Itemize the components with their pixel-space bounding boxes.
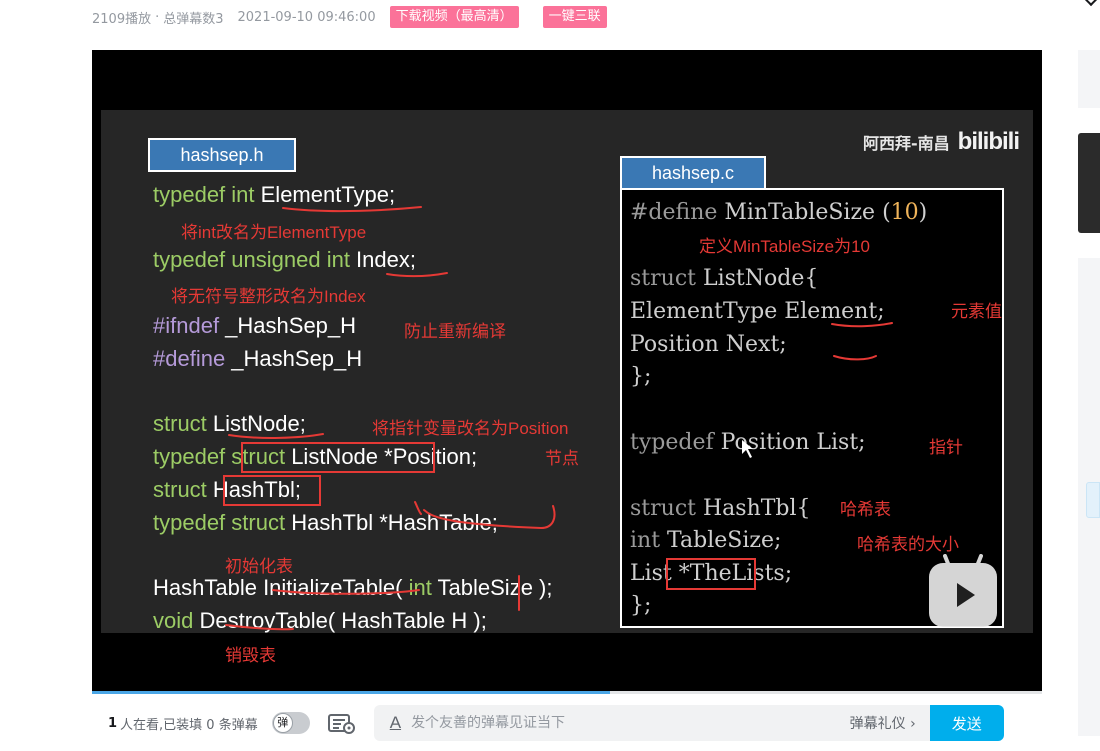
code-line: #define _HashSep_H [153, 346, 363, 371]
annotation: 元素值 [951, 302, 1002, 321]
watermark-author: 阿西拜-南昌 [863, 134, 950, 153]
progress-bar[interactable] [92, 691, 1042, 694]
header-file-label: hashsep.h [148, 138, 296, 172]
code-line: HashTable InitializeTable( int TableSize… [153, 575, 553, 600]
annotation: 哈希表的大小 [857, 535, 959, 554]
meta-separator: · [155, 9, 160, 25]
code-line: typedef unsigned int Index; [153, 247, 416, 272]
annotation: 将指针变量改名为Position [372, 419, 569, 438]
progress-fill [92, 691, 610, 694]
recommend-thumbnail-edge[interactable] [1078, 133, 1100, 233]
viewer-count: 1 [108, 715, 118, 731]
code-line: void DestroyTable( HashTable H ); [153, 608, 487, 633]
code-line: struct ListNode; [153, 411, 306, 436]
publish-datetime: 2021-09-10 09:46:00 [237, 9, 376, 25]
play-button[interactable] [929, 554, 997, 627]
play-icon [956, 583, 975, 607]
video-meta: 2109播放 · 总弹幕数3 2021-09-10 09:46:00 下载视频（… [92, 6, 607, 28]
annotation: 节点 [545, 449, 579, 468]
annotation: 将int改名为ElementType [181, 223, 367, 242]
watermark: 阿西拜-南昌 bilibili [863, 128, 1020, 156]
play-count: 2109播放 [92, 11, 152, 27]
chevron-icon [1083, 0, 1099, 7]
bilibili-logo-icon: bilibili [957, 128, 1020, 155]
danmaku-etiquette-link[interactable]: 弹幕礼仪 › [850, 713, 916, 733]
danmaku-settings-icon[interactable] [327, 712, 356, 734]
code-line: #ifndef _HashSep_H [153, 313, 357, 338]
code-line: typedef struct HashTbl *HashTable; [153, 510, 498, 535]
font-style-icon[interactable]: A [390, 713, 401, 733]
danmaku-input-wrapper: A 弹幕礼仪 › [373, 705, 930, 741]
annotation: 定义MinTableSize为10 [699, 237, 871, 256]
annotation: 初始化表 [225, 557, 293, 576]
send-button[interactable]: 发送 [929, 705, 1004, 741]
side-float-tab[interactable] [1086, 482, 1100, 518]
annotation: 防止重新编译 [404, 322, 506, 341]
danmaku-toggle[interactable]: 弹 [271, 712, 310, 734]
triple-action-button[interactable]: 一键三联 [542, 6, 607, 28]
tv-ears-icon [943, 554, 983, 566]
highlight-box [241, 442, 435, 473]
danmaku-bar: 1 人在看,已装填 0 条弹幕 弹 A 弹幕礼仪 › 发送 [92, 698, 1042, 748]
code-line: typedef int ElementType; [153, 182, 396, 207]
video-frame: 阿西拜-南昌 bilibili hashsep.h typedef int El… [101, 110, 1033, 665]
viewer-info: 1 人在看,已装填 0 条弹幕 [108, 714, 258, 733]
video-player[interactable]: 阿西拜-南昌 bilibili hashsep.h typedef int El… [92, 50, 1042, 693]
side-panel-edge [1078, 50, 1100, 108]
download-video-button[interactable]: 下载视频（最高清） [389, 6, 519, 28]
viewer-text: 人在看,已装填 0 条弹幕 [120, 717, 258, 733]
source-file-label: hashsep.c [620, 156, 766, 190]
annotation: 将无符号整形改名为Index [171, 287, 366, 306]
highlight-box [223, 475, 321, 506]
annotation: 指针 [929, 438, 963, 457]
annotation: 销毁表 [225, 646, 276, 665]
annotation: 哈希表 [840, 500, 891, 519]
danmaku-toggle-knob: 弹 [272, 713, 293, 733]
danmaku-input[interactable] [411, 715, 802, 731]
page: 2109播放 · 总弹幕数3 2021-09-10 09:46:00 下载视频（… [0, 0, 1100, 751]
danmaku-total: 总弹幕数3 [163, 11, 224, 27]
